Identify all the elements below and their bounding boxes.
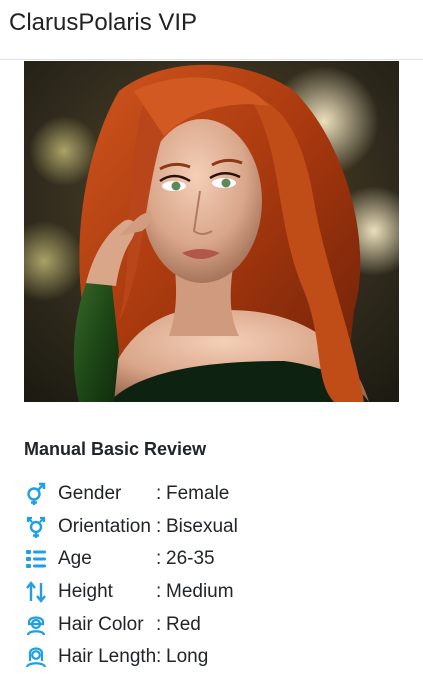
- attr-separator: :: [156, 613, 162, 635]
- top-navbar: ClarusPolaris VIP: [0, 0, 423, 60]
- age-list-icon: [24, 547, 52, 571]
- section-title: Manual Basic Review: [24, 439, 207, 459]
- attr-separator: :: [156, 646, 162, 668]
- attr-value: Red: [166, 613, 201, 635]
- attr-row-hair-length: Hair Length : Long: [24, 641, 404, 674]
- attr-separator: :: [156, 515, 162, 537]
- attr-label: Orientation: [58, 515, 151, 537]
- attr-label: Gender: [58, 483, 122, 505]
- attr-label: Hair Length: [58, 646, 157, 668]
- attr-label: Age: [58, 548, 92, 570]
- attr-value: Long: [166, 646, 209, 668]
- attr-row-orientation: Orientation : Bisexual: [24, 511, 404, 544]
- profile-photo[interactable]: [24, 61, 399, 402]
- attr-value: 26-35: [166, 548, 215, 570]
- attr-separator: :: [156, 548, 162, 570]
- height-arrows-icon: [24, 580, 52, 604]
- brand-link[interactable]: ClarusPolaris VIP: [9, 8, 197, 38]
- attr-row-age: Age : 26-35: [24, 543, 404, 576]
- attr-row-gender: Gender : Female: [24, 478, 404, 511]
- attr-row-height: Height : Medium: [24, 576, 404, 609]
- attribute-list: Gender : Female Orientation : Bisexual A…: [24, 478, 404, 674]
- hair-length-icon: [24, 645, 52, 669]
- gender-icon: [24, 482, 52, 506]
- attr-value: Medium: [166, 581, 234, 603]
- attr-label: Hair Color: [58, 613, 144, 635]
- attr-value: Bisexual: [166, 515, 238, 537]
- attr-separator: :: [156, 581, 162, 603]
- attr-separator: :: [156, 483, 162, 505]
- hair-color-icon: [24, 613, 52, 637]
- portrait-image: [24, 61, 399, 402]
- orientation-icon: [24, 515, 52, 539]
- attr-label: Height: [58, 581, 113, 603]
- attr-row-hair-color: Hair Color : Red: [24, 608, 404, 641]
- attr-value: Female: [166, 483, 230, 505]
